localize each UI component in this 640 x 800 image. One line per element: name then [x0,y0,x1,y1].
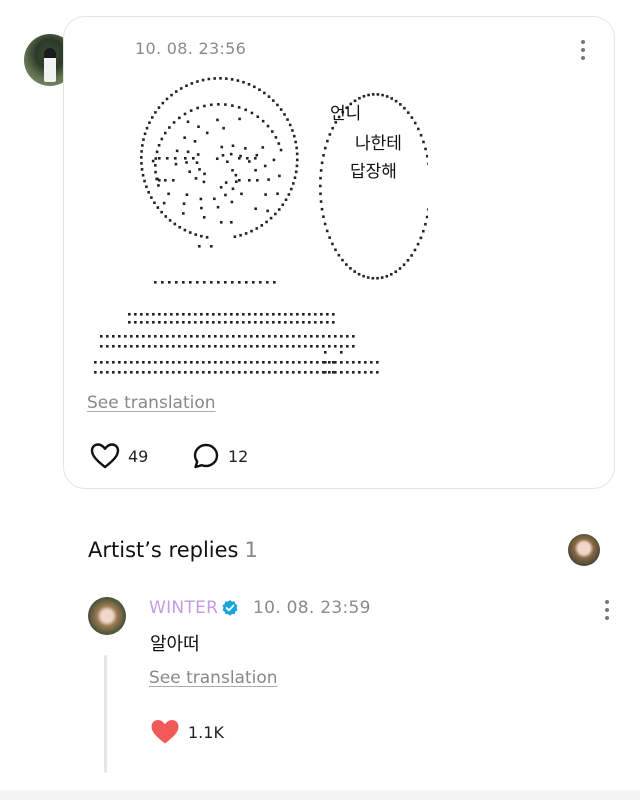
artist-replies-heading: Artist’s replies 1 [88,538,258,562]
comment-bubble-icon [193,443,219,469]
reply-see-translation-link[interactable]: See translation [149,668,278,688]
reply-more-options-icon[interactable] [604,600,610,624]
reply-text: 알아떠 [150,634,200,655]
reply-author-avatar[interactable] [88,597,126,635]
post-like-count: 49 [128,446,149,466]
art-caption-line-3: 답장해 [350,162,397,182]
post-more-options-icon[interactable] [580,40,586,64]
reply-thread-line [104,655,107,773]
artist-avatar-small[interactable] [568,534,600,566]
verified-badge-icon [222,600,238,616]
braille-ascii-art [94,77,428,374]
post-timestamp: 10. 08. 23:56 [135,39,247,58]
artist-replies-title: Artist’s replies [88,538,239,562]
post-comment-count: 12 [228,446,249,466]
avatar-figure [44,48,56,82]
bottom-divider [0,790,640,800]
post-see-translation-link[interactable]: See translation [87,393,216,413]
post-card: 10. 08. 23:56 언니 나한테 답장해 See translation… [63,16,615,489]
reply-like-count: 1.1K [188,722,224,742]
reply-author-name[interactable]: WINTER [149,598,218,618]
art-caption-line-1: 언니 [330,104,362,124]
reply-like-button[interactable]: 1.1K [150,718,224,746]
post-like-button[interactable]: 49 [90,442,148,470]
artist-replies-count: 1 [244,538,258,562]
heart-outline-icon [90,443,120,469]
heart-filled-icon [151,720,179,744]
reply-timestamp: 10. 08. 23:59 [253,598,371,618]
post-comment-button[interactable]: 12 [192,442,248,470]
art-caption-line-2: 나한테 [355,134,402,154]
